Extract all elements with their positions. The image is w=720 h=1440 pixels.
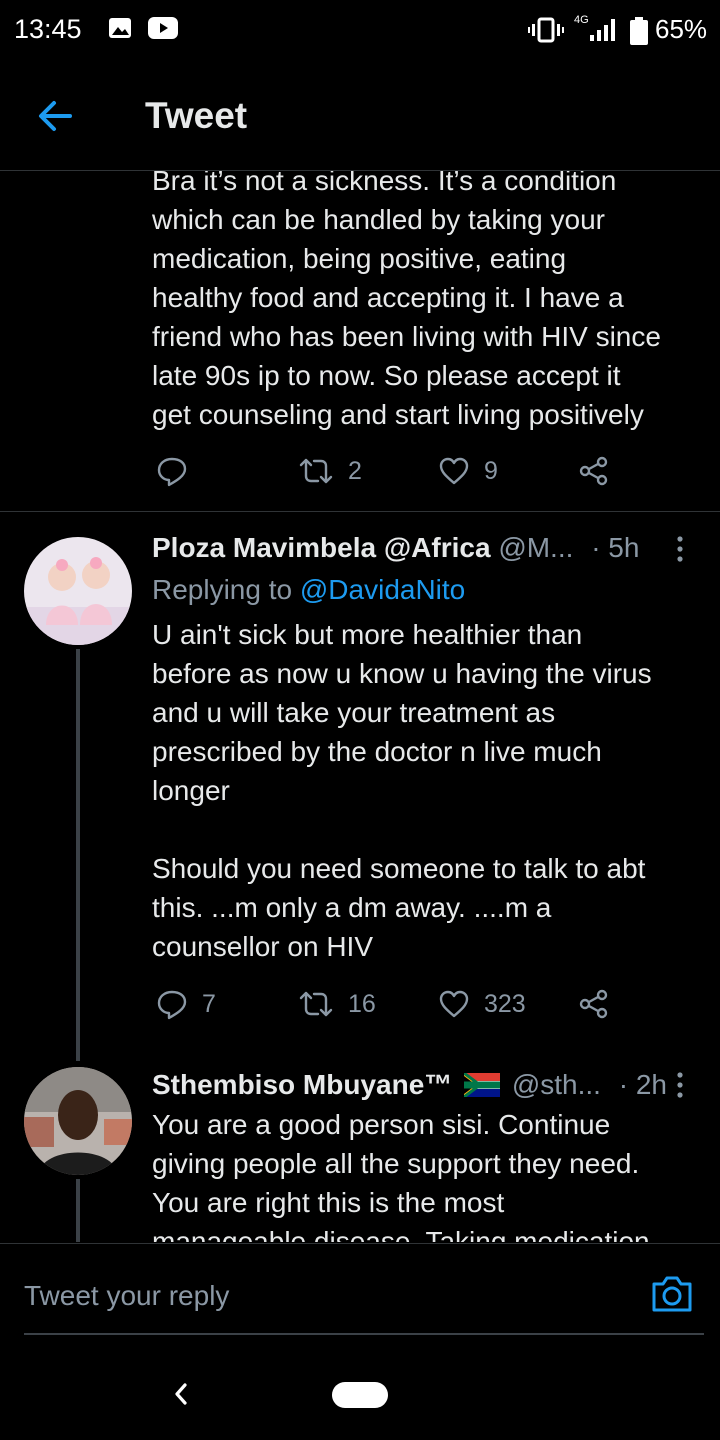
more-options-icon[interactable] [670, 534, 690, 564]
retweet-button[interactable]: 16 [298, 984, 376, 1024]
status-bar: 13:45 4G 65% [0, 0, 720, 62]
retweet-icon [299, 991, 333, 1017]
like-count: 323 [484, 989, 526, 1018]
share-button[interactable] [578, 451, 610, 491]
tweet-text: Bra it’s not a sickness. It’s a conditio… [152, 171, 661, 430]
replying-to-link[interactable]: @DavidaNito [300, 574, 465, 605]
tweet-actions: 7 16 323 [150, 984, 620, 1024]
reply-icon [157, 457, 187, 487]
retweet-icon [299, 458, 333, 484]
youtube-icon [148, 17, 178, 39]
avatar[interactable] [24, 1067, 132, 1175]
tweet-header: Ploza Mavimbela @Africa @M... · 5h [152, 530, 639, 566]
heart-icon [439, 457, 469, 485]
reply-button[interactable] [156, 451, 202, 491]
tweet-divider [0, 511, 720, 512]
tweet-time: · 5h [591, 532, 640, 563]
share-button[interactable] [578, 984, 610, 1024]
thread-line [76, 649, 80, 1061]
tweet-text: U ain't sick but more healthier than bef… [152, 619, 652, 962]
tweet-thread[interactable]: Bra it’s not a sickness. It’s a conditio… [0, 171, 720, 1242]
reply-icon [157, 990, 187, 1020]
thread-line [76, 1179, 80, 1242]
status-time: 13:45 [14, 14, 82, 44]
reply-bar: Tweet your reply [0, 1243, 720, 1354]
share-icon [579, 456, 608, 486]
heart-icon [439, 990, 469, 1018]
replying-to: Replying to @DavidaNito [152, 572, 465, 608]
reply-input[interactable]: Tweet your reply [24, 1280, 229, 1312]
battery-percent: 65% [655, 14, 708, 44]
like-button[interactable]: 9 [438, 451, 498, 491]
retweet-button[interactable]: 2 [298, 451, 362, 491]
avatar[interactable] [24, 537, 132, 645]
battery-icon [630, 17, 648, 45]
vibrate-icon [528, 17, 564, 43]
south-africa-flag-icon [463, 1071, 501, 1099]
back-button[interactable] [30, 92, 82, 140]
system-nav-bar [0, 1353, 720, 1440]
author-name[interactable]: Ploza Mavimbela @Africa [152, 532, 491, 563]
camera-button[interactable] [650, 1274, 694, 1314]
author-name[interactable]: Sthembiso Mbuyane™ [152, 1069, 452, 1100]
nav-back-icon[interactable] [170, 1379, 192, 1409]
like-button[interactable]: 323 [438, 984, 526, 1024]
arrow-left-icon [39, 101, 72, 131]
author-handle: @sth... [511, 1069, 601, 1100]
reply-button[interactable]: 7 [156, 984, 216, 1024]
tweet-header: Sthembiso Mbuyane™ @sth... · 2h [152, 1067, 667, 1103]
avatar-image [24, 537, 132, 645]
retweet-count: 16 [348, 989, 376, 1018]
page-title: Tweet [145, 95, 248, 136]
avatar-image [24, 1067, 132, 1175]
home-pill[interactable] [332, 1382, 388, 1408]
share-icon [579, 989, 608, 1019]
tweet-time: · 2h [618, 1069, 667, 1100]
retweet-count: 2 [348, 456, 362, 485]
tweet-text: You are a good person sisi. Continue giv… [152, 1109, 650, 1242]
gallery-icon [109, 18, 131, 38]
replying-label: Replying to [152, 574, 293, 605]
app-bar: Tweet [0, 62, 720, 171]
signal-icon [590, 19, 615, 41]
camera-icon [652, 1276, 692, 1312]
tweet-actions: 2 9 [150, 451, 620, 491]
author-handle: @M... [498, 532, 574, 563]
reply-count: 7 [202, 989, 216, 1018]
reply-underline [24, 1333, 704, 1335]
more-options-icon[interactable] [670, 1070, 690, 1100]
like-count: 9 [484, 456, 498, 485]
